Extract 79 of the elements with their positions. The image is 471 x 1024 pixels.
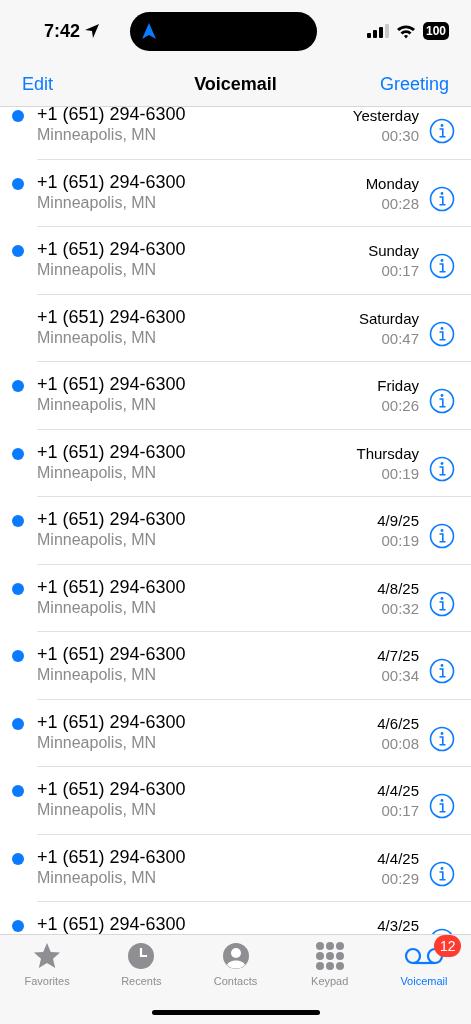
- phone-number: +1 (651) 294-6300: [37, 509, 186, 530]
- caller-location: Minneapolis, MN: [37, 395, 157, 415]
- voicemail-duration: 00:28: [381, 193, 419, 214]
- voicemail-duration: 00:19: [381, 531, 419, 551]
- navigation-arrow-icon: [142, 23, 157, 39]
- phone-number: +1 (651) 294-6300: [37, 846, 186, 868]
- clock-icon: [126, 941, 157, 971]
- voicemail-date: 4/4/25: [377, 848, 419, 869]
- voicemail-duration: 00:32: [381, 598, 419, 619]
- voicemail-date: 4/9/25: [377, 511, 419, 531]
- phone-number: +1 (651) 294-6300: [37, 171, 186, 193]
- voicemail-duration: 00:30: [381, 126, 419, 146]
- voicemail-duration: 00:17: [381, 261, 419, 281]
- phone-number: +1 (651) 294-6300: [37, 576, 186, 598]
- phone-number: +1 (651) 294-6300: [37, 306, 186, 328]
- voicemail-date: 4/8/25: [377, 578, 419, 599]
- caller-location: Minneapolis, MN: [37, 732, 157, 753]
- location-arrow-icon: [84, 23, 101, 39]
- caller-location: Minneapolis, MN: [37, 327, 157, 348]
- caller-location: Minneapolis, MN: [37, 665, 157, 685]
- voicemail-date: Yesterday: [352, 107, 419, 126]
- phone-number: +1 (651) 294-6300: [37, 374, 186, 395]
- phone-number: +1 (651) 294-6300: [37, 779, 186, 800]
- voicemail-date: 4/4/25: [377, 781, 419, 801]
- info-icon[interactable]: [429, 793, 455, 819]
- voicemail-duration: 00:08: [381, 733, 419, 754]
- wifi-icon: [395, 23, 416, 39]
- voicemail-duration: 00:47: [381, 328, 419, 349]
- edit-button[interactable]: Edit: [22, 73, 54, 95]
- info-icon[interactable]: [429, 725, 455, 752]
- status-time: 7:42: [44, 20, 81, 42]
- phone-number: +1 (651) 294-6300: [37, 644, 186, 665]
- info-icon[interactable]: [429, 185, 455, 212]
- info-icon[interactable]: [429, 658, 455, 684]
- voicemail-duration: 00:29: [381, 868, 419, 889]
- caller-location: Minneapolis, MN: [37, 192, 157, 213]
- caller-location: Minneapolis, MN: [37, 462, 157, 483]
- voicemail-date: 4/7/25: [377, 646, 419, 666]
- caller-location: Minneapolis, MN: [37, 800, 157, 820]
- phone-number: +1 (651) 294-6300: [37, 914, 186, 934]
- voicemail-date: Sunday: [368, 241, 419, 261]
- signal-icon: [366, 24, 389, 38]
- caller-location: Minneapolis, MN: [37, 530, 157, 550]
- info-icon[interactable]: [429, 590, 455, 617]
- voicemail-duration: 00:17: [381, 801, 419, 821]
- keypad-icon: [314, 941, 345, 971]
- tab-button[interactable]: Keypad: [282, 935, 377, 1024]
- info-icon[interactable]: [429, 455, 455, 482]
- caller-location: Minneapolis, MN: [37, 867, 157, 888]
- unread-count-badge: 12: [433, 935, 462, 957]
- greeting-button[interactable]: Greeting: [379, 73, 449, 95]
- voicemail-date: 4/6/25: [377, 713, 419, 734]
- battery-level: 100: [422, 22, 449, 40]
- phone-number: +1 (651) 294-6300: [37, 107, 186, 125]
- voicemail-date: Saturday: [358, 308, 419, 329]
- caller-location: Minneapolis, MN: [37, 260, 157, 280]
- voicemail-duration: 00:19: [381, 463, 419, 484]
- caller-location: Minneapolis, MN: [37, 125, 157, 145]
- voicemail-date: Friday: [377, 376, 419, 396]
- info-icon[interactable]: [429, 860, 455, 887]
- voicemail-date: Monday: [365, 173, 419, 194]
- info-icon[interactable]: [429, 320, 455, 347]
- phone-number: +1 (651) 294-6300: [37, 441, 186, 463]
- nav-title: Voicemail: [194, 73, 277, 94]
- info-icon[interactable]: [429, 523, 455, 549]
- info-icon[interactable]: [429, 388, 455, 414]
- voicemail-duration: 00:26: [381, 396, 419, 416]
- person-icon: [220, 941, 251, 971]
- info-icon[interactable]: [429, 118, 455, 144]
- caller-location: Minneapolis, MN: [37, 597, 157, 618]
- tab-button[interactable]: Voicemail 12: [376, 935, 471, 1024]
- voicemail-duration: 00:34: [381, 666, 419, 686]
- phone-number: +1 (651) 294-6300: [37, 711, 186, 733]
- voicemail-date: Thursday: [356, 443, 419, 464]
- tab-button[interactable]: Recents: [94, 935, 189, 1024]
- phone-number: +1 (651) 294-6300: [37, 239, 186, 260]
- tab-button[interactable]: Favorites: [0, 935, 95, 1024]
- info-icon[interactable]: [429, 253, 455, 279]
- voicemail-date: 4/3/25: [377, 916, 419, 934]
